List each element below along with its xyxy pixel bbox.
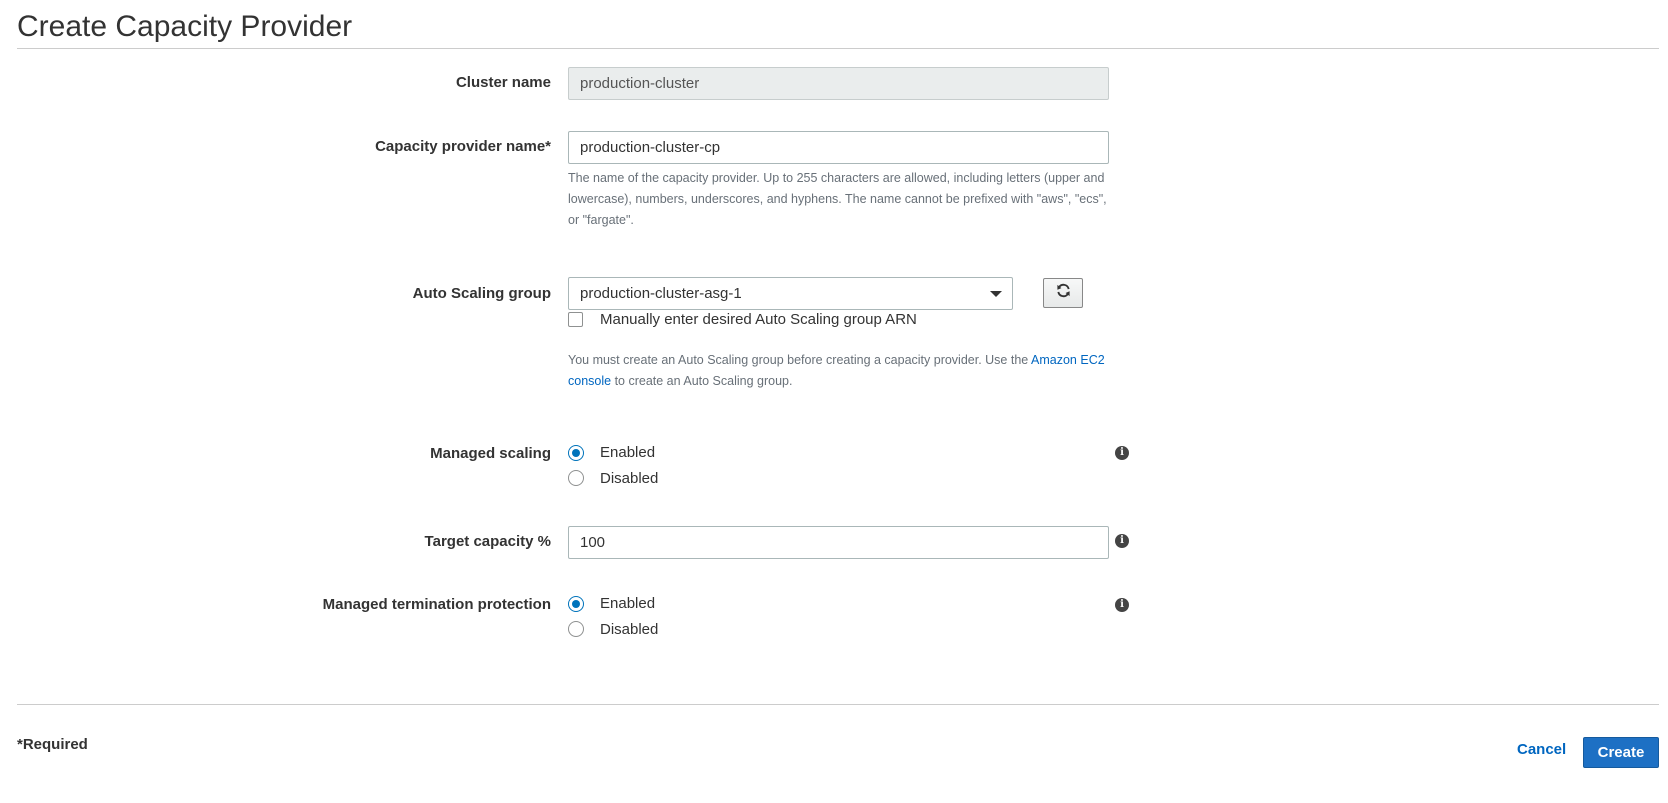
managed-scaling-enabled-radio[interactable] [568,445,584,461]
capacity-provider-name-label: Capacity provider name* [375,138,551,155]
required-note: *Required [17,736,88,753]
footer-divider [17,704,1659,705]
auto-scaling-group-help: You must create an Auto Scaling group be… [568,350,1108,392]
refresh-icon [1056,283,1071,303]
managed-scaling-disabled-radio[interactable] [568,470,584,486]
termination-protection-disabled-radio[interactable] [568,621,584,637]
auto-scaling-group-select[interactable]: production-cluster-asg-1 [568,277,1013,310]
termination-protection-enabled-radio[interactable] [568,596,584,612]
info-icon[interactable]: i [1115,598,1129,612]
managed-scaling-enabled-label[interactable]: Enabled [600,443,655,463]
manual-arn-checkbox[interactable] [568,312,583,327]
manual-arn-checkbox-label[interactable]: Manually enter desired Auto Scaling grou… [600,310,917,330]
page-title: Create Capacity Provider [17,10,353,43]
cluster-name-field[interactable] [568,67,1109,100]
managed-scaling-label: Managed scaling [430,445,551,462]
target-capacity-input[interactable] [568,526,1109,559]
title-divider [17,48,1659,49]
termination-protection-disabled-label[interactable]: Disabled [600,620,658,640]
cluster-name-label: Cluster name [455,74,551,91]
capacity-provider-name-help: The name of the capacity provider. Up to… [568,171,1107,227]
refresh-button[interactable] [1043,278,1083,308]
managed-scaling-disabled-label[interactable]: Disabled [600,469,658,489]
cancel-button[interactable]: Cancel [1517,741,1566,758]
capacity-provider-name-input[interactable] [568,131,1109,164]
auto-scaling-group-selected-value: production-cluster-asg-1 [580,285,742,302]
target-capacity-label: Target capacity % [424,533,551,550]
info-icon[interactable]: i [1115,446,1129,460]
create-button[interactable]: Create [1583,737,1659,768]
help-text: to create an Auto Scaling group. [611,374,793,388]
info-icon[interactable]: i [1115,534,1129,548]
chevron-down-icon [990,291,1002,297]
termination-protection-enabled-label[interactable]: Enabled [600,594,655,614]
auto-scaling-group-label: Auto Scaling group [412,285,551,302]
managed-termination-protection-label: Managed termination protection [322,596,551,613]
help-text: You must create an Auto Scaling group be… [568,353,1032,367]
